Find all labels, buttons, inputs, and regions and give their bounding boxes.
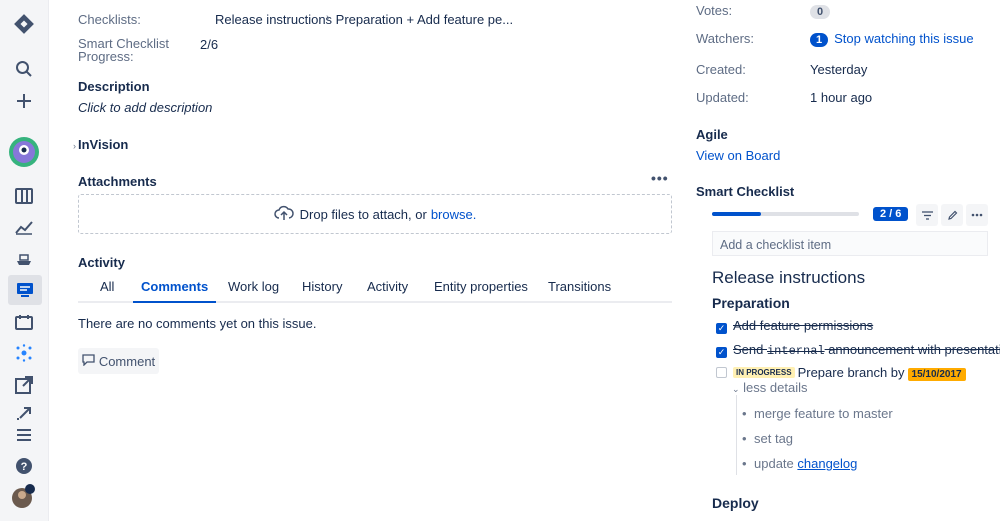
updated-value: 1 hour ago — [810, 90, 873, 105]
more-options-icon[interactable]: ••• — [651, 170, 669, 186]
avatar-icon[interactable] — [8, 136, 40, 168]
view-on-board-link[interactable]: View on Board — [696, 148, 780, 163]
filter-icon[interactable] — [916, 204, 938, 226]
network-icon[interactable] — [11, 340, 37, 366]
due-date-badge: 15/10/2017 — [907, 368, 966, 381]
created-label: Created: — [696, 62, 746, 77]
cloud-upload-icon — [273, 205, 294, 224]
releases-icon[interactable] — [11, 246, 37, 272]
detail-item: merge feature to master — [742, 406, 893, 421]
checklists-label: Checklists: — [78, 12, 141, 27]
search-icon[interactable] — [11, 56, 37, 82]
description-placeholder[interactable]: Click to add description — [78, 100, 212, 115]
detail-item: update changelog — [742, 456, 857, 471]
help-icon[interactable]: ? — [11, 453, 37, 479]
share-icon[interactable] — [11, 372, 37, 398]
less-details-toggle[interactable]: ⌄ less details — [732, 380, 807, 395]
plus-icon[interactable] — [11, 88, 37, 114]
checkbox-checked-icon[interactable] — [716, 347, 727, 358]
checklist-progress-fill — [712, 212, 761, 216]
checklist-item-text-end: announcement with presentation — [824, 342, 1000, 357]
watchers-label: Watchers: — [696, 31, 755, 46]
checklists-value-text: Release instructions Preparation + Add f… — [215, 12, 514, 27]
description-heading: Description — [78, 79, 150, 94]
browse-link[interactable]: browse. — [431, 207, 477, 222]
checklist-progress-bar — [712, 212, 859, 216]
attachment-dropzone[interactable]: Drop files to attach, or browse. — [78, 194, 672, 234]
edit-pencil-icon[interactable] — [941, 204, 963, 226]
checklist-item[interactable]: IN PROGRESS Prepare branch by 15/10/2017 — [716, 365, 966, 381]
more-icon[interactable] — [966, 204, 988, 226]
checklist-item-text: Add feature permissions — [733, 318, 874, 333]
comment-button[interactable]: Comment — [78, 348, 159, 374]
tab-activity[interactable]: Activity — [359, 279, 416, 303]
checklist-item[interactable]: Add feature permissions — [716, 318, 873, 334]
comment-icon — [82, 353, 99, 369]
menu-icon[interactable] — [11, 422, 37, 448]
smart-checklist-heading: Smart Checklist — [696, 184, 795, 199]
smart-checklist-icon[interactable] — [8, 275, 42, 305]
reports-icon[interactable] — [11, 214, 37, 240]
votes-label: Votes: — [696, 3, 733, 18]
activity-tabs: All Comments Work log History Activity E… — [78, 279, 672, 303]
stop-watching-link[interactable]: Stop watching this issue — [834, 31, 973, 46]
progress-value: 2/6 — [200, 37, 219, 52]
created-value: Yesterday — [810, 62, 868, 77]
detail-item-text: update — [754, 456, 794, 471]
checklist-item-text: Prepare branch by — [797, 365, 905, 380]
tab-comments[interactable]: Comments — [133, 279, 217, 303]
checklist-progress-badge: 2 / 6 — [873, 207, 909, 221]
checklists-field: Checklists: › Release instructions Prepar… — [78, 12, 513, 27]
attachments-heading: Attachments — [78, 174, 157, 189]
checkbox-checked-icon[interactable] — [716, 323, 727, 334]
progress-label: Smart Checklist Progress: — [78, 36, 170, 64]
add-checklist-item-input[interactable]: Add a checklist item — [712, 231, 988, 256]
calendar-icon[interactable] — [11, 309, 37, 335]
less-details-label: less details — [743, 380, 808, 395]
invision-heading[interactable]: InVision — [78, 137, 128, 152]
checklist-title: Release instructions — [712, 268, 866, 287]
votes-value[interactable]: 0 — [810, 3, 831, 19]
no-comments-text: There are no comments yet on this issue. — [78, 316, 317, 331]
detail-item: set tag — [742, 431, 793, 446]
chevron-down-icon: ⌄ — [732, 384, 740, 394]
status-lozenge: IN PROGRESS — [733, 367, 795, 378]
activity-heading: Activity — [78, 255, 125, 270]
checklist-item-text: Send — [733, 342, 767, 357]
checklist-section-deploy: Deploy — [712, 495, 759, 511]
board-icon[interactable] — [11, 183, 37, 209]
tab-all[interactable]: All — [92, 279, 122, 303]
checklists-value[interactable]: › Release instructions Preparation + Add … — [202, 12, 513, 27]
dropzone-text: Drop files to attach, or — [299, 206, 427, 222]
checklist-item-code: internal — [766, 344, 825, 358]
tab-work-log[interactable]: Work log — [220, 279, 287, 303]
progress-field: Smart Checklist Progress: 2/6 — [78, 36, 218, 64]
chevron-right-icon: › — [326, 12, 330, 24]
svg-text:?: ? — [21, 461, 28, 473]
votes-count-badge: 0 — [810, 5, 831, 19]
jira-logo-icon[interactable] — [11, 11, 37, 37]
agile-heading: Agile — [696, 127, 728, 142]
checklist-section-preparation: Preparation — [712, 295, 790, 311]
collapse-icon[interactable]: › — [73, 141, 76, 151]
comment-button-label: Comment — [98, 353, 156, 369]
user-avatar-icon[interactable] — [11, 483, 37, 509]
tab-transitions[interactable]: Transitions — [540, 279, 619, 303]
checklist-item[interactable]: Send internal announcement with presenta… — [716, 342, 1000, 358]
changelog-link[interactable]: changelog — [797, 456, 857, 471]
checkbox-unchecked-icon[interactable] — [716, 367, 727, 378]
updated-label: Updated: — [696, 90, 749, 105]
tab-history[interactable]: History — [294, 279, 350, 303]
watchers-count-badge[interactable]: 1 — [810, 33, 829, 47]
global-sidebar: ? — [0, 0, 49, 521]
tab-entity-properties[interactable]: Entity properties — [426, 279, 536, 303]
